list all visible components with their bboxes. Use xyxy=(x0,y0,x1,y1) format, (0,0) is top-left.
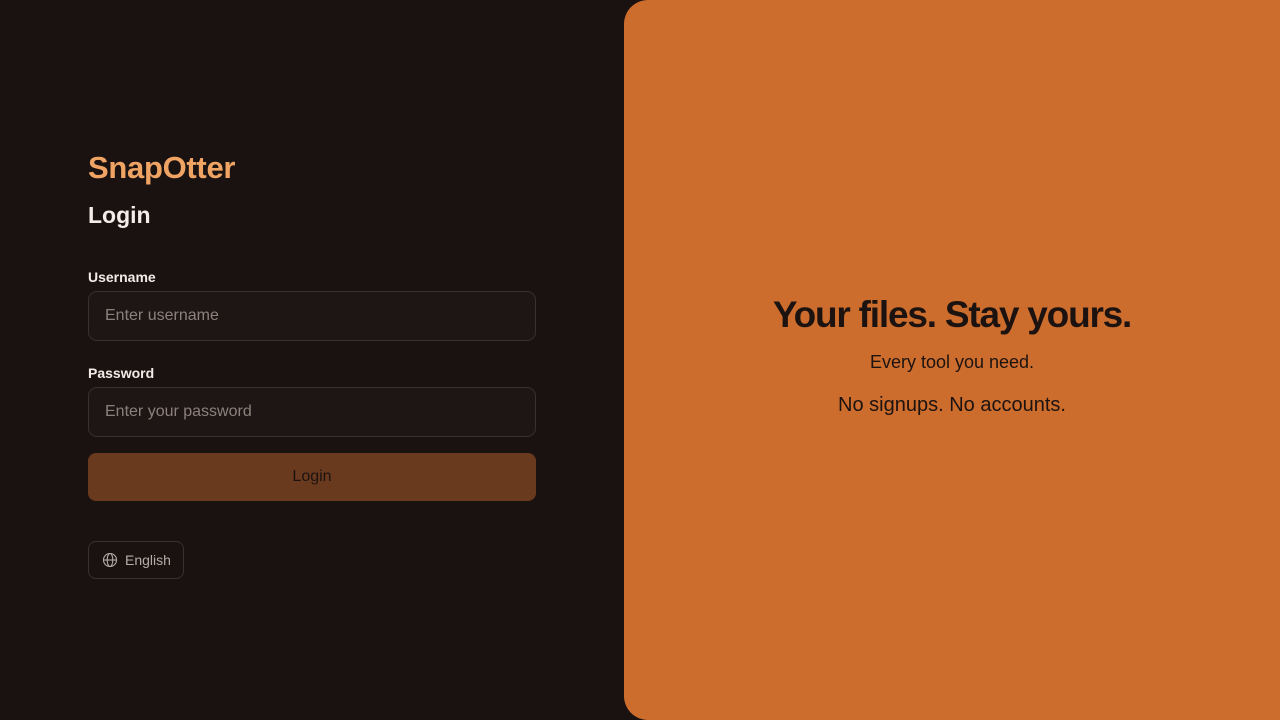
hero-content: Your files. Stay yours. Every tool you n… xyxy=(624,294,1280,417)
login-panel: SnapOtter Login Username Password Login … xyxy=(0,0,624,720)
language-selector[interactable]: English xyxy=(88,541,184,579)
hero-title: Your files. Stay yours. xyxy=(772,294,1132,335)
username-input[interactable] xyxy=(88,291,536,341)
login-page: SnapOtter Login Username Password Login … xyxy=(0,0,1280,720)
username-label: Username xyxy=(88,269,156,285)
login-button[interactable]: Login xyxy=(88,453,536,501)
hero-tagline: Every tool you need. xyxy=(869,352,1035,372)
language-label: English xyxy=(125,552,171,568)
hero-subtagline: No signups. No accounts. xyxy=(838,394,1066,416)
password-input[interactable] xyxy=(88,387,536,437)
page-title: Login xyxy=(88,202,151,228)
login-form: SnapOtter Login Username Password Login … xyxy=(88,150,536,579)
hero-panel: Your files. Stay yours. Every tool you n… xyxy=(624,0,1280,720)
brand-logo-text: SnapOtter xyxy=(88,150,236,185)
globe-icon xyxy=(102,552,118,568)
password-label: Password xyxy=(88,365,155,381)
